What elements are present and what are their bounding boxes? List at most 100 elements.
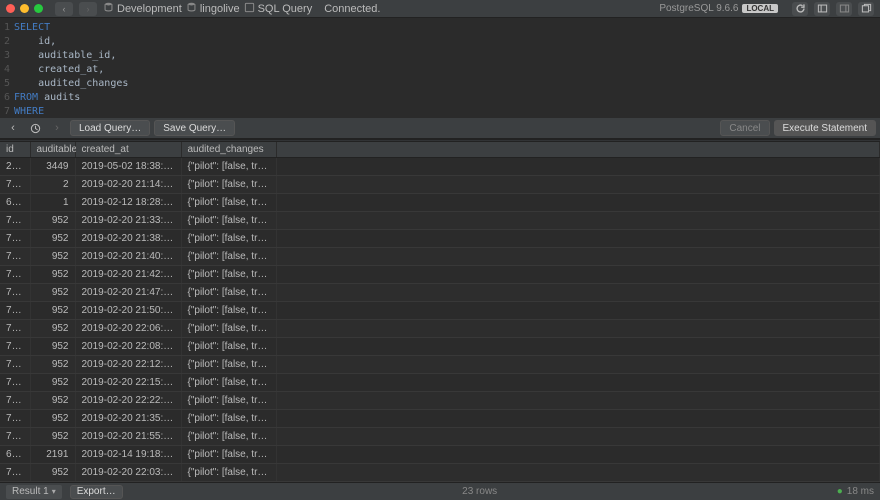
table-cell[interactable]: 952 bbox=[30, 338, 75, 356]
table-cell[interactable]: 7145 bbox=[0, 320, 30, 338]
result-tab[interactable]: Result 1 ▾ bbox=[6, 485, 62, 499]
table-cell[interactable]: 22348 bbox=[0, 158, 30, 176]
export-button[interactable]: Export… bbox=[70, 485, 123, 499]
table-cell[interactable]: 7147 bbox=[0, 338, 30, 356]
table-row[interactable]: 71309522019-02-20 21:40:54.645907{"pilot… bbox=[0, 248, 880, 266]
table-cell[interactable]: 952 bbox=[30, 392, 75, 410]
new-window-button[interactable] bbox=[858, 2, 874, 16]
table-row[interactable]: 711822019-02-20 21:14:49.660312{"pilot":… bbox=[0, 176, 880, 194]
table-cell[interactable]: 952 bbox=[30, 302, 75, 320]
table-cell[interactable]: 6772 bbox=[0, 194, 30, 212]
table-row[interactable]: 71349522019-02-20 21:47:31.459539{"pilot… bbox=[0, 284, 880, 302]
table-cell[interactable]: {"pilot": [false, true]} bbox=[181, 320, 276, 338]
table-cell[interactable]: {"pilot": [false, true]} bbox=[181, 212, 276, 230]
table-cell[interactable]: {"pilot": [false, true]} bbox=[181, 248, 276, 266]
table-cell[interactable]: 952 bbox=[30, 428, 75, 446]
table-cell[interactable]: 2019-02-20 22:06:31.505065 bbox=[75, 320, 181, 338]
table-row[interactable]: 71369522019-02-20 21:50:28.523385{"pilot… bbox=[0, 302, 880, 320]
table-cell[interactable]: 7136 bbox=[0, 302, 30, 320]
table-cell[interactable]: {"pilot": [false, true]} bbox=[181, 392, 276, 410]
sql-editor[interactable]: 12345678910 SELECT id, auditable_id, cre… bbox=[0, 18, 880, 118]
table-row[interactable]: 686221912019-02-14 19:18:41.269187{"pilo… bbox=[0, 446, 880, 464]
table-cell[interactable]: 2019-02-12 18:28:54.053891 bbox=[75, 194, 181, 212]
table-cell[interactable]: 2019-02-20 22:08:35.589517 bbox=[75, 338, 181, 356]
execute-statement-button[interactable]: Execute Statement bbox=[774, 120, 877, 136]
table-cell[interactable]: 2019-02-20 21:55:03.933935 bbox=[75, 428, 181, 446]
table-cell[interactable]: {"pilot": [false, true]} bbox=[181, 356, 276, 374]
table-cell[interactable]: 7138 bbox=[0, 428, 30, 446]
table-cell[interactable]: 7149 bbox=[0, 356, 30, 374]
table-cell[interactable]: 2019-02-20 22:03:43.165148 bbox=[75, 464, 181, 482]
table-cell[interactable]: {"pilot": [false, true]} bbox=[181, 230, 276, 248]
table-row[interactable]: 71289522019-02-20 21:38:38.439734{"pilot… bbox=[0, 230, 880, 248]
table-cell[interactable]: 7154 bbox=[0, 392, 30, 410]
column-header[interactable]: audited_changes bbox=[181, 142, 276, 158]
table-cell[interactable]: 6862 bbox=[0, 446, 30, 464]
table-cell[interactable]: 2 bbox=[30, 176, 75, 194]
table-cell[interactable]: {"pilot": [false, true]} bbox=[181, 464, 276, 482]
zoom-window-icon[interactable] bbox=[34, 4, 43, 13]
table-row[interactable]: 2234834492019-05-02 18:38:06.955871{"pil… bbox=[0, 158, 880, 176]
sidebar-toggle-button[interactable] bbox=[814, 2, 830, 16]
table-cell[interactable]: {"pilot": [false, true]} bbox=[181, 446, 276, 464]
table-cell[interactable]: 2019-02-20 22:15:56.160807 bbox=[75, 374, 181, 392]
column-header[interactable]: created_at bbox=[75, 142, 181, 158]
breadcrumb-database[interactable]: lingolive bbox=[186, 2, 240, 16]
table-cell[interactable]: 2019-02-20 22:22:34.939045 bbox=[75, 392, 181, 410]
table-cell[interactable]: 2019-02-20 21:33:37.737347 bbox=[75, 212, 181, 230]
table-cell[interactable]: {"pilot": [false, true]} bbox=[181, 302, 276, 320]
table-cell[interactable]: 952 bbox=[30, 320, 75, 338]
refresh-button[interactable] bbox=[792, 2, 808, 16]
table-cell[interactable]: 3449 bbox=[30, 158, 75, 176]
table-cell[interactable]: 7130 bbox=[0, 248, 30, 266]
table-row[interactable]: 71529522019-02-20 22:15:56.160807{"pilot… bbox=[0, 374, 880, 392]
table-cell[interactable]: {"pilot": [false, true]} bbox=[181, 410, 276, 428]
table-cell[interactable]: 952 bbox=[30, 374, 75, 392]
table-row[interactable]: 71269522019-02-20 21:35:23.344861{"pilot… bbox=[0, 410, 880, 428]
table-row[interactable]: 71499522019-02-20 22:12:36.733242{"pilot… bbox=[0, 356, 880, 374]
history-clock-button[interactable] bbox=[26, 120, 44, 136]
minimize-window-icon[interactable] bbox=[20, 4, 29, 13]
table-row[interactable]: 71549522019-02-20 22:22:34.939045{"pilot… bbox=[0, 392, 880, 410]
editor-code[interactable]: SELECT id, auditable_id, created_at, aud… bbox=[14, 21, 261, 118]
table-cell[interactable]: 952 bbox=[30, 464, 75, 482]
table-cell[interactable]: 952 bbox=[30, 248, 75, 266]
table-cell[interactable]: 7124 bbox=[0, 212, 30, 230]
breadcrumb-connection[interactable]: Development bbox=[103, 2, 182, 16]
table-cell[interactable]: 7126 bbox=[0, 410, 30, 428]
table-cell[interactable]: 952 bbox=[30, 212, 75, 230]
table-cell[interactable]: 952 bbox=[30, 410, 75, 428]
table-row[interactable]: 71329522019-02-20 21:42:35.513634{"pilot… bbox=[0, 266, 880, 284]
nav-forward-button[interactable]: › bbox=[79, 2, 97, 16]
table-cell[interactable]: 952 bbox=[30, 356, 75, 374]
column-header[interactable]: auditable_id bbox=[30, 142, 75, 158]
table-cell[interactable]: 1 bbox=[30, 194, 75, 212]
breadcrumb-query[interactable]: SQL Query bbox=[244, 2, 313, 16]
table-cell[interactable]: {"pilot": [false, true]} bbox=[181, 338, 276, 356]
panel-toggle-button[interactable] bbox=[836, 2, 852, 16]
table-row[interactable]: 71249522019-02-20 21:33:37.737347{"pilot… bbox=[0, 212, 880, 230]
table-cell[interactable]: 2019-02-20 21:50:28.523385 bbox=[75, 302, 181, 320]
table-cell[interactable]: 2019-05-02 18:38:06.955871 bbox=[75, 158, 181, 176]
table-cell[interactable]: 952 bbox=[30, 230, 75, 248]
table-cell[interactable]: 7142 bbox=[0, 464, 30, 482]
table-cell[interactable]: 2019-02-20 21:14:49.660312 bbox=[75, 176, 181, 194]
close-window-icon[interactable] bbox=[6, 4, 15, 13]
history-back-button[interactable]: ‹ bbox=[4, 120, 22, 136]
table-cell[interactable]: 2191 bbox=[30, 446, 75, 464]
history-forward-button[interactable]: › bbox=[48, 120, 66, 136]
table-cell[interactable]: {"pilot": [false, true]} bbox=[181, 374, 276, 392]
table-cell[interactable]: 2019-02-20 22:12:36.733242 bbox=[75, 356, 181, 374]
table-cell[interactable]: {"pilot": [false, true]} bbox=[181, 284, 276, 302]
table-cell[interactable]: {"pilot": [false, true]} bbox=[181, 194, 276, 212]
table-row[interactable]: 677212019-02-12 18:28:54.053891{"pilot":… bbox=[0, 194, 880, 212]
table-cell[interactable]: 7118 bbox=[0, 176, 30, 194]
table-cell[interactable]: 952 bbox=[30, 284, 75, 302]
table-cell[interactable]: 7152 bbox=[0, 374, 30, 392]
load-query-button[interactable]: Load Query… bbox=[70, 120, 150, 136]
table-row[interactable]: 71429522019-02-20 22:03:43.165148{"pilot… bbox=[0, 464, 880, 482]
table-cell[interactable]: {"pilot": [false, true]} bbox=[181, 428, 276, 446]
table-row[interactable]: 71479522019-02-20 22:08:35.589517{"pilot… bbox=[0, 338, 880, 356]
table-cell[interactable]: 2019-02-20 21:47:31.459539 bbox=[75, 284, 181, 302]
table-cell[interactable]: 7134 bbox=[0, 284, 30, 302]
